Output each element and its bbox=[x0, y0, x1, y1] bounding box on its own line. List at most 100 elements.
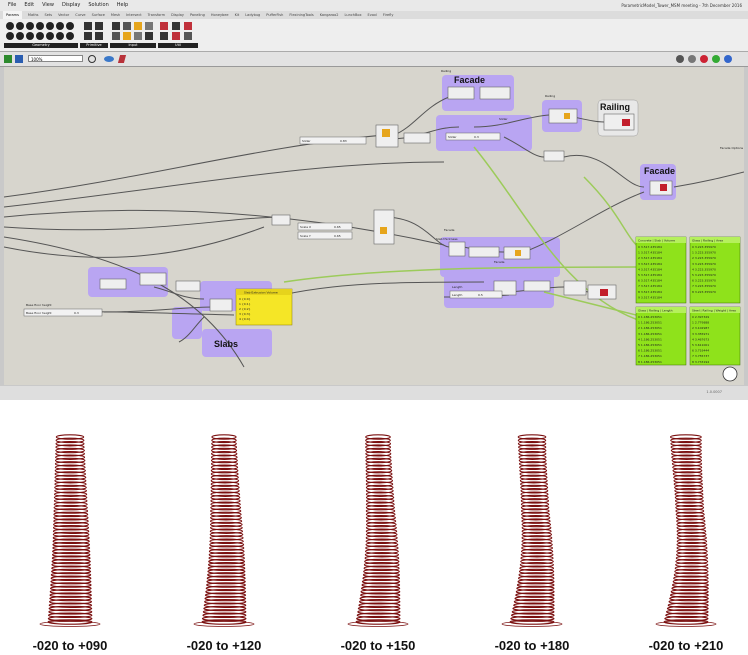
tower-render-1 bbox=[39, 434, 101, 627]
disable-preview-icon[interactable] bbox=[688, 55, 696, 63]
input-icon[interactable] bbox=[112, 22, 120, 30]
ribbon-tab[interactable]: FlexiningTools bbox=[289, 11, 313, 19]
ribbon-tab[interactable]: LunchBox bbox=[345, 11, 362, 19]
ribbon-tab[interactable]: Display bbox=[171, 11, 184, 19]
input-icon[interactable] bbox=[123, 22, 131, 30]
open-file-icon[interactable] bbox=[4, 55, 12, 63]
group-label-input[interactable]: Input bbox=[110, 43, 156, 48]
ribbon-tab[interactable]: Intersect bbox=[126, 11, 142, 19]
param-icon[interactable] bbox=[26, 22, 34, 30]
ribbon-tab[interactable]: Vector bbox=[58, 11, 69, 19]
group-title-railing: Railing bbox=[600, 102, 630, 112]
param-icon[interactable] bbox=[46, 32, 54, 40]
ribbon-tab[interactable]: Kangaroo2 bbox=[320, 11, 339, 19]
shaded-preview-icon[interactable] bbox=[712, 55, 720, 63]
util-icon[interactable] bbox=[160, 22, 168, 30]
primitive-icon[interactable] bbox=[95, 22, 103, 30]
ribbon-tab[interactable]: PufferFish bbox=[266, 11, 283, 19]
panel-row: 6 3.517.435184 bbox=[638, 279, 662, 283]
panel-row: 2 3.517.435184 bbox=[638, 256, 662, 260]
slider-value-scale-x: 0.65 bbox=[334, 225, 341, 229]
primitive-icon[interactable] bbox=[84, 22, 92, 30]
zoom-extents-icon[interactable] bbox=[88, 55, 96, 63]
ribbon-tab[interactable]: Kit bbox=[235, 11, 240, 19]
input-icon[interactable] bbox=[134, 32, 142, 40]
navigator-widget[interactable] bbox=[722, 366, 738, 382]
group-label-util[interactable]: Util bbox=[158, 43, 198, 48]
group-label-primitive[interactable]: Primitive bbox=[80, 43, 108, 48]
menu-solution[interactable]: Solution bbox=[88, 0, 108, 11]
ribbon-tab[interactable]: Transform bbox=[148, 11, 165, 19]
param-icon[interactable] bbox=[66, 22, 74, 30]
menu-display[interactable]: Display bbox=[62, 0, 80, 11]
slider-label-2: Slider bbox=[448, 135, 457, 139]
ribbon-tab[interactable]: Mesh bbox=[111, 11, 120, 19]
menu-file[interactable]: File bbox=[8, 0, 16, 11]
group-slab-small[interactable] bbox=[172, 307, 202, 339]
panel-row: 1 3.517.435184 bbox=[638, 251, 662, 255]
group-title-facade-1: Facade bbox=[454, 75, 485, 85]
save-icon[interactable] bbox=[15, 55, 23, 63]
panel-row: 2 3.223.355970 bbox=[692, 256, 716, 260]
ribbon-tab[interactable]: Honeybee bbox=[211, 11, 229, 19]
selected-preview-icon[interactable] bbox=[700, 55, 708, 63]
variant-caption: -020 to +210 bbox=[648, 638, 724, 653]
panel-slab-volume[interactable]: Slab Extrusion Volume 0 {0;0} 1 {0;1} 2 … bbox=[235, 288, 293, 326]
param-icon[interactable] bbox=[26, 32, 34, 40]
param-icon[interactable] bbox=[56, 22, 64, 30]
green-panels[interactable]: Concrete | Slab | Volume 0 3.517.435184 1 … bbox=[635, 236, 741, 366]
ribbon-tab[interactable]: Evoxl bbox=[368, 11, 377, 19]
menu-help[interactable]: Help bbox=[117, 0, 128, 11]
globe-icon[interactable] bbox=[724, 55, 732, 63]
input-icon[interactable] bbox=[112, 32, 120, 40]
util-icon[interactable] bbox=[184, 32, 192, 40]
group-label-geometry[interactable]: Geometry bbox=[4, 43, 78, 48]
sketch-pen-icon[interactable] bbox=[117, 55, 127, 63]
ribbon-tab[interactable]: Params bbox=[3, 11, 22, 19]
ribbon-tab[interactable]: Sets bbox=[45, 11, 53, 19]
param-icon[interactable] bbox=[36, 22, 44, 30]
menu-edit[interactable]: Edit bbox=[24, 0, 34, 11]
preview-eye-icon[interactable] bbox=[104, 56, 114, 62]
slider-label-base: Base floor height bbox=[26, 311, 52, 315]
primitive-icon[interactable] bbox=[84, 32, 92, 40]
zoom-field[interactable]: 100% bbox=[28, 55, 83, 62]
panel-row: 8 3.223.355970 bbox=[692, 290, 716, 294]
input-icon[interactable] bbox=[145, 32, 153, 40]
input-icon[interactable] bbox=[145, 22, 153, 30]
definition-canvas[interactable]: Slider 0.83 Slider 0.3 Scale X 0.65 Scal… bbox=[4, 67, 744, 385]
panel-title: Glass | Railing | Length bbox=[638, 309, 673, 313]
param-icon[interactable] bbox=[66, 32, 74, 40]
slider-label-length: Length bbox=[452, 293, 462, 297]
svg-text:4 {0;4}: 4 {0;4} bbox=[239, 317, 251, 321]
ribbon-tab[interactable]: Maths bbox=[28, 11, 39, 19]
variant-caption: -020 to +120 bbox=[186, 638, 262, 653]
menu-view[interactable]: View bbox=[42, 0, 54, 11]
param-icon[interactable] bbox=[56, 32, 64, 40]
preview-mesh-icon[interactable] bbox=[676, 55, 684, 63]
util-icon[interactable] bbox=[160, 32, 168, 40]
panel-row: 5 3.223.355970 bbox=[692, 273, 716, 277]
components[interactable] bbox=[99, 86, 673, 312]
param-icon[interactable] bbox=[6, 22, 14, 30]
param-icon[interactable] bbox=[6, 32, 14, 40]
param-icon[interactable] bbox=[46, 22, 54, 30]
ribbon-tab[interactable]: Curve bbox=[75, 11, 85, 19]
input-icon[interactable] bbox=[134, 22, 142, 30]
util-icon[interactable] bbox=[172, 32, 180, 40]
param-icon[interactable] bbox=[16, 32, 24, 40]
ribbon-tab[interactable]: Firefly bbox=[383, 11, 394, 19]
util-icon[interactable] bbox=[184, 22, 192, 30]
tower-render-2 bbox=[193, 434, 255, 627]
ribbon-tab[interactable]: Ladybug bbox=[245, 11, 260, 19]
util-icon[interactable] bbox=[172, 22, 180, 30]
param-icon[interactable] bbox=[16, 22, 24, 30]
ribbon-tab[interactable]: Paneling bbox=[190, 11, 205, 19]
variant-caption: -020 to +180 bbox=[494, 638, 570, 653]
group-title-slabs: Slabs bbox=[214, 339, 238, 349]
ribbon-tab[interactable]: Surface bbox=[92, 11, 105, 19]
input-icon[interactable] bbox=[123, 32, 131, 40]
primitive-icon[interactable] bbox=[95, 32, 103, 40]
status-bar: 1.0.0007 bbox=[0, 386, 748, 400]
param-icon[interactable] bbox=[36, 32, 44, 40]
